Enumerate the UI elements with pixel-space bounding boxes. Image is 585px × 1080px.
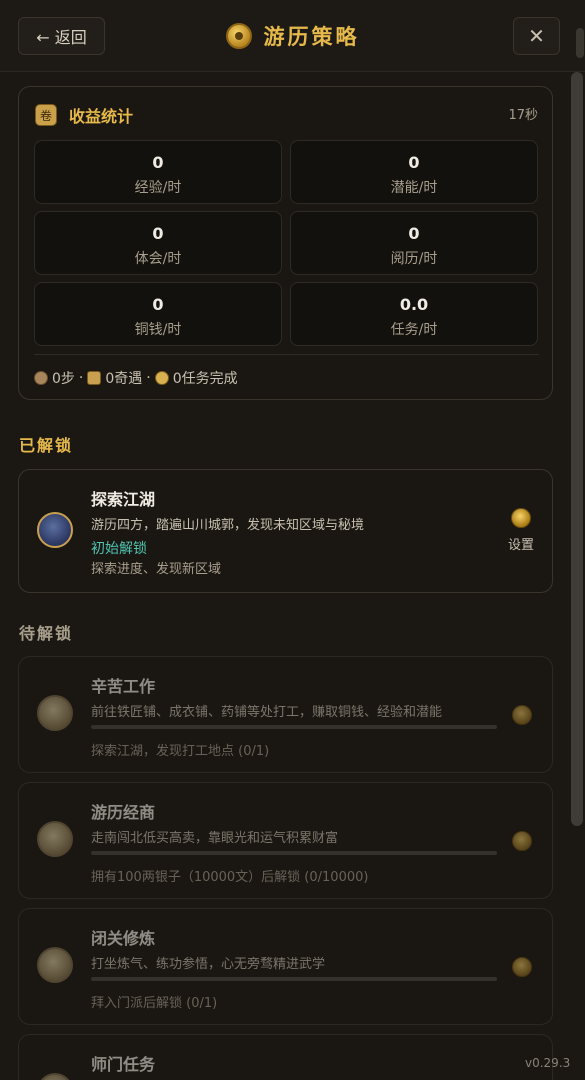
treasure-icon (87, 371, 102, 385)
stat-value: 0.0 (399, 295, 429, 314)
feature-desc: 走南闯北低买高卖，靠眼光和运气积累财富 (91, 831, 339, 846)
header: ← 返回 游历策略 ✕ (0, 0, 585, 72)
scrollbar-thumb[interactable] (571, 72, 583, 826)
stat-label: 经验/时 (134, 180, 182, 196)
mountain-icon (37, 512, 73, 548)
feature-desc: 游历四方，踏遍山川城郭，发现未知区域与秘境 (91, 518, 365, 533)
stat-label: 任务/时 (390, 322, 438, 338)
tasks-count: 0任务完成 (172, 371, 238, 387)
stat-cell: 0 阅历/时 (290, 211, 538, 275)
section-locked: 待解锁 (19, 624, 74, 643)
feature-card-sect-task[interactable]: 师门任务 (18, 1034, 553, 1080)
steps-count: 0步 (52, 371, 75, 387)
sect-icon (37, 1073, 73, 1080)
stats-header: 卷 收益统计 (35, 103, 133, 127)
settings-label: 设置 (507, 538, 534, 553)
feature-card-explore[interactable]: 探索江湖 游历四方，踏遍山川城郭，发现未知区域与秘境 初始解锁 探索进度、发现新… (18, 469, 553, 593)
elapsed-time: 17秒 (508, 108, 538, 123)
feature-title: 闭关修炼 (91, 929, 156, 948)
stats-card: 卷 收益统计 17秒 0 经验/时 0 潜能/时 0 体会/时 0 阅历/时 0… (18, 86, 553, 400)
stats-title: 收益统计 (69, 107, 134, 126)
feature-card-meditate[interactable]: 闭关修炼 打坐炼气、练功参悟，心无旁骛精进武学 拜入门派后解锁 (0/1) (18, 908, 553, 1025)
stat-label: 阅历/时 (390, 251, 438, 267)
task-icon (154, 371, 169, 385)
stat-cell: 0 经验/时 (34, 140, 282, 204)
stat-label: 铜钱/时 (134, 322, 182, 338)
stat-cell: 0 潜能/时 (290, 140, 538, 204)
progress-bar (91, 725, 497, 729)
encounters-count: 0奇遇 (105, 371, 143, 387)
lock-icon (512, 705, 532, 725)
stat-value: 0 (152, 224, 164, 243)
title-wrap: 游历策略 (0, 0, 585, 72)
unlock-requirement: 拜入门派后解锁 (0/1) (91, 996, 218, 1011)
progress-bar (91, 851, 497, 855)
hammer-icon (37, 695, 73, 731)
stat-cell: 0 铜钱/时 (34, 282, 282, 346)
feature-desc: 打坐炼气、练功参悟，心无旁骛精进武学 (91, 957, 326, 972)
divider (34, 354, 539, 355)
abacus-icon (37, 821, 73, 857)
section-unlocked: 已解锁 (19, 436, 74, 455)
unlock-status: 初始解锁 (91, 541, 147, 557)
feature-title: 师门任务 (91, 1055, 156, 1074)
close-button[interactable]: ✕ (513, 17, 560, 55)
scrollbar-top[interactable] (576, 28, 584, 58)
separator: · (78, 370, 84, 386)
yinyang-icon (511, 508, 531, 528)
footstep-icon (34, 371, 48, 385)
scroll-icon: 卷 (35, 104, 57, 126)
stat-value: 0 (408, 224, 420, 243)
progress-bar (91, 977, 497, 981)
version-label: v0.29.3 (525, 1056, 571, 1070)
stat-label: 体会/时 (134, 251, 182, 267)
lock-icon (512, 957, 532, 977)
unlock-requirement: 探索江湖，发现打工地点 (0/1) (91, 744, 270, 759)
stat-value: 0 (152, 153, 164, 172)
separator: · (146, 370, 151, 386)
feature-card-trade[interactable]: 游历经商 走南闯北低买高卖，靠眼光和运气积累财富 拥有100两银子（10000文… (18, 782, 553, 899)
stat-value: 0 (152, 295, 164, 314)
page-title: 游历策略 (263, 25, 360, 49)
feature-title: 游历经商 (91, 803, 156, 822)
feature-title: 辛苦工作 (91, 677, 156, 696)
stat-cell: 0 体会/时 (34, 211, 282, 275)
stat-value: 0 (408, 153, 420, 172)
feature-note: 探索进度、发现新区域 (91, 562, 222, 577)
unlock-requirement: 拥有100两银子（10000文）后解锁 (0/10000) (91, 870, 369, 885)
lock-icon (512, 831, 532, 851)
feature-desc: 前往铁匠铺、成衣铺、药铺等处打工，赚取铜钱、经验和潜能 (91, 705, 443, 720)
stat-label: 潜能/时 (390, 180, 438, 196)
coin-icon (225, 23, 252, 49)
meditation-icon (37, 947, 73, 983)
feature-card-work[interactable]: 辛苦工作 前往铁匠铺、成衣铺、药铺等处打工，赚取铜钱、经验和潜能 探索江湖，发现… (18, 656, 553, 773)
stats-footer: 0步 · 0奇遇 · 0任务完成 (34, 368, 238, 388)
settings-button[interactable]: 设置 (506, 508, 536, 553)
stat-cell: 0.0 任务/时 (290, 282, 538, 346)
feature-title: 探索江湖 (91, 490, 156, 509)
